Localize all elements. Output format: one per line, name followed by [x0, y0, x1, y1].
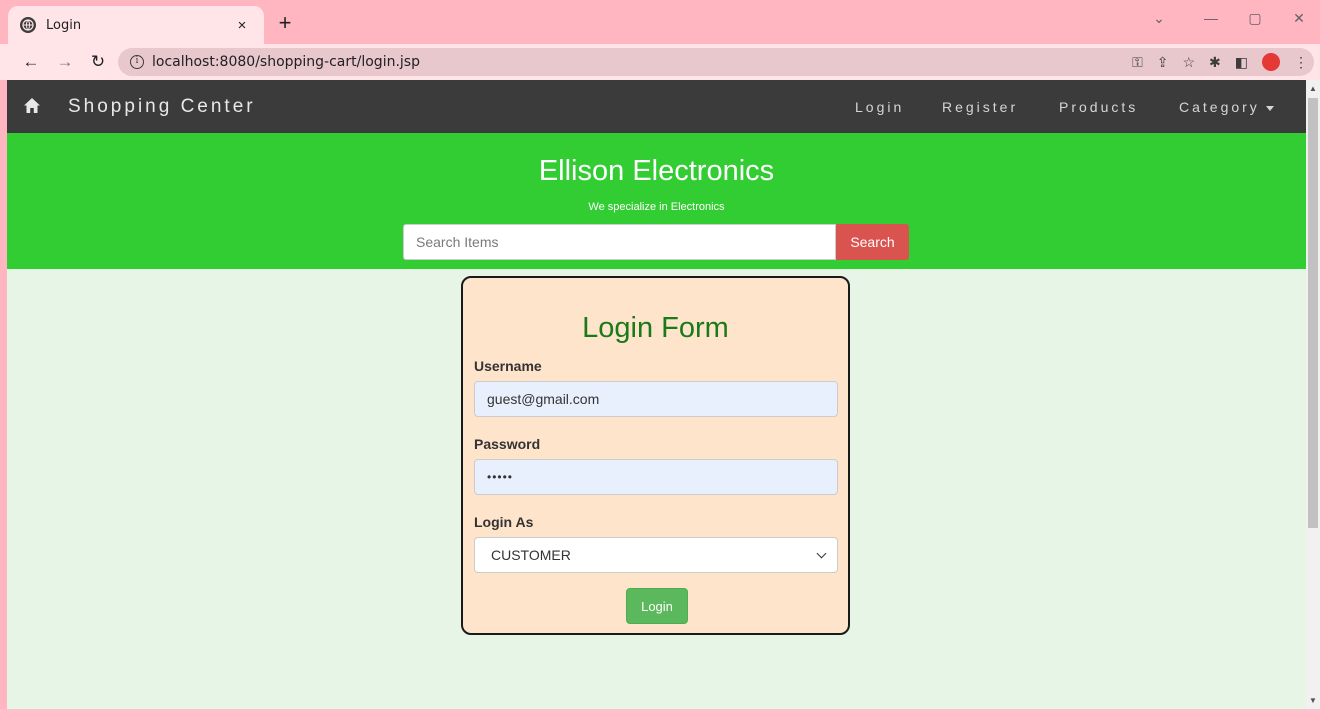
browser-tab-strip: Login × + ⌄ — ▢ ✕ — [0, 0, 1320, 44]
profile-icon[interactable] — [1262, 53, 1280, 71]
username-label: Username — [474, 358, 542, 374]
search-bar: Search — [403, 224, 909, 260]
address-bar[interactable]: i localhost:8080/shopping-cart/login.jsp… — [118, 48, 1314, 76]
page-scrollbar[interactable]: ▲ ▼ — [1306, 80, 1320, 709]
search-input[interactable] — [403, 224, 836, 260]
bookmark-star-icon[interactable]: ☆ — [1182, 54, 1195, 71]
nav-category-label: Category — [1179, 99, 1260, 115]
close-window-button[interactable]: ✕ — [1284, 10, 1314, 27]
scroll-down-icon[interactable]: ▼ — [1309, 696, 1317, 705]
minimize-button[interactable]: — — [1196, 10, 1226, 26]
site-navbar: Shopping Center Login Register Products … — [7, 80, 1306, 133]
tab-search-icon[interactable]: ⌄ — [1144, 10, 1174, 27]
url-text: localhost:8080/shopping-cart/login.jsp — [152, 54, 420, 70]
share-icon[interactable]: ⇪ — [1157, 54, 1169, 71]
menu-icon[interactable]: ⋮ — [1294, 54, 1308, 71]
scroll-up-icon[interactable]: ▲ — [1309, 84, 1317, 93]
login-form-card: Login Form Username Password ••••• Login… — [461, 276, 850, 635]
form-title: Login Form — [582, 312, 729, 344]
password-label: Password — [474, 436, 541, 452]
login-as-label: Login As — [474, 514, 534, 530]
site-info-icon[interactable]: i — [130, 55, 144, 69]
login-submit-button[interactable]: Login — [626, 588, 688, 624]
forward-icon[interactable]: → — [53, 50, 77, 74]
page-viewport: Shopping Center Login Register Products … — [7, 80, 1306, 709]
nav-category-dropdown[interactable]: Category — [1179, 99, 1274, 115]
back-icon[interactable]: ← — [19, 50, 43, 74]
restore-button[interactable]: ▢ — [1240, 10, 1270, 27]
store-title: Ellison Electronics — [538, 155, 775, 187]
side-panel-icon[interactable]: ◧ — [1235, 54, 1248, 71]
tab-close-icon[interactable]: × — [232, 17, 252, 34]
browser-tab[interactable]: Login × — [8, 6, 264, 44]
search-button[interactable]: Search — [836, 224, 909, 260]
new-tab-button[interactable]: + — [272, 11, 298, 37]
nav-login[interactable]: Login — [855, 99, 904, 115]
key-icon[interactable]: ⚿ — [1132, 54, 1143, 71]
nav-products[interactable]: Products — [1059, 99, 1138, 115]
store-subtitle: We specialize in Electronics — [588, 201, 725, 213]
store-banner: Ellison Electronics We specialize in Ele… — [7, 133, 1306, 269]
reload-icon[interactable]: ↻ — [86, 50, 110, 74]
login-as-selected-value: CUSTOMER — [491, 547, 571, 563]
scrollbar-thumb[interactable] — [1308, 98, 1318, 528]
password-field[interactable]: ••••• — [474, 459, 838, 495]
extensions-icon[interactable]: ✱ — [1209, 54, 1221, 71]
browser-toolbar: ← → ↻ i localhost:8080/shopping-cart/log… — [0, 44, 1320, 80]
brand-link[interactable]: Shopping Center — [68, 96, 256, 118]
login-as-select[interactable]: CUSTOMER — [474, 537, 838, 573]
nav-register[interactable]: Register — [942, 99, 1018, 115]
home-icon[interactable] — [23, 97, 41, 119]
tab-title: Login — [46, 17, 82, 33]
chevron-down-icon — [816, 548, 827, 558]
caret-down-icon — [1265, 105, 1274, 111]
username-field[interactable] — [474, 381, 838, 417]
globe-icon — [20, 17, 36, 33]
